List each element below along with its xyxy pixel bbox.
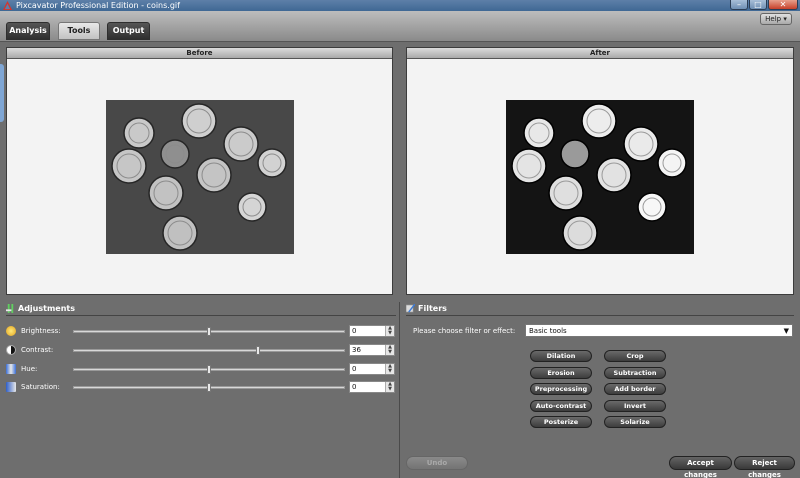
after-panel: After xyxy=(406,47,794,295)
maximize-icon: □ xyxy=(754,0,762,9)
accept-changes-button[interactable]: Accept changes xyxy=(669,456,732,478)
saturation-row: Saturation: 0 ▲ ▼ xyxy=(6,381,396,393)
filters-divider xyxy=(406,315,794,316)
crop-button[interactable]: Crop xyxy=(604,350,666,362)
window-title: Pixcavator Professional Edition - coins.… xyxy=(16,1,180,10)
brightness-input[interactable]: 0 ▲ ▼ xyxy=(349,325,395,337)
help-button[interactable]: Help ▾ xyxy=(760,13,792,25)
hue-slider[interactable] xyxy=(73,365,345,374)
contrast-row: Contrast: 36 ▲ ▼ xyxy=(6,344,396,356)
hue-label: Hue: xyxy=(21,365,38,373)
window-controls: – □ ✕ xyxy=(729,0,798,11)
adjustments-header: Adjustments xyxy=(6,302,75,315)
tab-analysis[interactable]: Analysis xyxy=(6,22,50,40)
brightness-slider[interactable] xyxy=(73,327,345,336)
dilation-button[interactable]: Dilation xyxy=(530,350,592,362)
saturation-value: 0 xyxy=(352,383,357,391)
contrast-value: 36 xyxy=(352,346,361,354)
reject-changes-button[interactable]: Reject changes xyxy=(734,456,795,478)
minimize-icon: – xyxy=(737,0,741,9)
solarize-button[interactable]: Solarize xyxy=(604,416,666,428)
saturation-slider[interactable] xyxy=(73,383,345,392)
invert-button[interactable]: Invert xyxy=(604,400,666,412)
hue-input[interactable]: 0 ▲ ▼ xyxy=(349,363,395,375)
spin-arrows-icon[interactable]: ▲ ▼ xyxy=(385,345,394,355)
adjustments-icon xyxy=(6,304,14,313)
maximize-button[interactable]: □ xyxy=(749,0,767,10)
hue-row: Hue: 0 ▲ ▼ xyxy=(6,363,396,375)
posterize-button[interactable]: Posterize xyxy=(530,416,592,428)
contrast-input[interactable]: 36 ▲ ▼ xyxy=(349,344,395,356)
filter-selected-value: Basic tools xyxy=(529,327,567,335)
spin-arrows-icon[interactable]: ▲ ▼ xyxy=(385,364,394,374)
subtraction-button[interactable]: Subtraction xyxy=(604,367,666,379)
hue-slider-thumb[interactable] xyxy=(207,365,211,374)
filters-header: Filters xyxy=(406,302,447,315)
contrast-slider[interactable] xyxy=(73,346,345,355)
sun-icon xyxy=(6,326,16,336)
adjustments-title: Adjustments xyxy=(18,304,75,313)
tab-tools[interactable]: Tools xyxy=(58,22,100,40)
contrast-slider-thumb[interactable] xyxy=(255,346,260,355)
filter-prompt-label: Please choose filter or effect: xyxy=(413,327,516,335)
brightness-slider-thumb[interactable] xyxy=(207,327,211,336)
spin-arrows-icon[interactable]: ▲ ▼ xyxy=(385,382,394,392)
filter-select[interactable]: Basic tools ▼ xyxy=(525,324,793,337)
before-image xyxy=(106,100,294,254)
minimize-button[interactable]: – xyxy=(730,0,748,10)
close-button[interactable]: ✕ xyxy=(768,0,798,10)
before-panel-title: Before xyxy=(7,48,392,59)
contrast-label: Contrast: xyxy=(21,346,54,354)
adjustments-divider xyxy=(6,315,396,316)
saturation-icon xyxy=(6,382,16,392)
after-image xyxy=(506,100,694,254)
contrast-icon xyxy=(6,345,16,355)
app-logo-icon xyxy=(3,1,12,10)
tab-output[interactable]: Output xyxy=(107,22,150,40)
brightness-row: Brightness: 0 ▲ ▼ xyxy=(6,325,396,337)
hue-value: 0 xyxy=(352,365,357,373)
auto-contrast-button[interactable]: Auto-contrast xyxy=(530,400,592,412)
before-panel: Before xyxy=(6,47,393,295)
brightness-value: 0 xyxy=(352,327,357,335)
close-icon: ✕ xyxy=(779,0,787,9)
side-panel-handle[interactable] xyxy=(0,64,4,122)
filters-title: Filters xyxy=(418,304,447,313)
tab-strip: Analysis Tools Output Help ▾ xyxy=(0,11,800,42)
hue-icon xyxy=(6,364,16,374)
undo-button[interactable]: Undo xyxy=(406,456,468,470)
title-bar: Pixcavator Professional Edition - coins.… xyxy=(0,0,800,11)
brightness-label: Brightness: xyxy=(21,327,61,335)
add-border-button[interactable]: Add border xyxy=(604,383,666,395)
spin-arrows-icon[interactable]: ▲ ▼ xyxy=(385,326,394,336)
erosion-button[interactable]: Erosion xyxy=(530,367,592,379)
preprocessing-button[interactable]: Preprocessing xyxy=(530,383,592,395)
saturation-slider-thumb[interactable] xyxy=(207,383,211,392)
section-divider xyxy=(399,302,400,478)
saturation-input[interactable]: 0 ▲ ▼ xyxy=(349,381,395,393)
after-panel-title: After xyxy=(407,48,793,59)
saturation-label: Saturation: xyxy=(21,383,60,391)
filters-icon xyxy=(406,304,415,313)
chevron-down-icon: ▼ xyxy=(783,327,789,335)
